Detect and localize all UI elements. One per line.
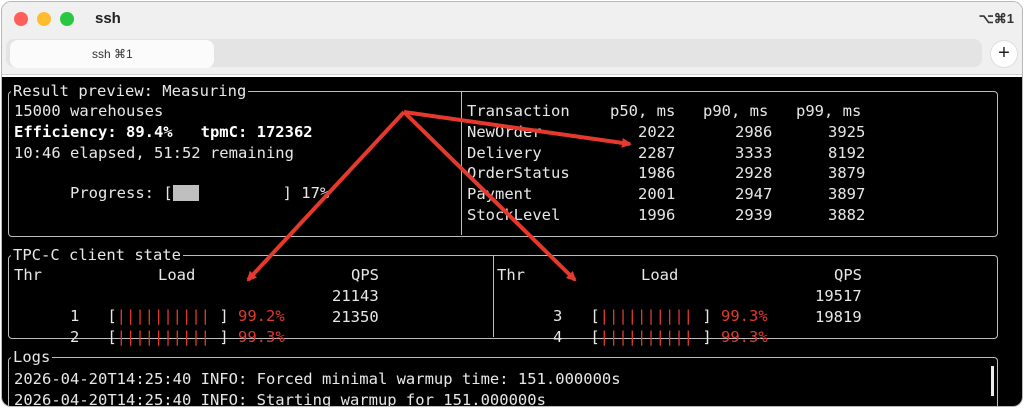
client-divider xyxy=(493,256,494,337)
window-shortcut: ⌥⌘1 xyxy=(978,11,1014,26)
table-row-p99: 8192 xyxy=(828,144,866,162)
load-bar: |||||||||| xyxy=(116,328,210,346)
efficiency-text: Efficiency: 89.4% tpmC: 172362 xyxy=(14,123,313,141)
logs-title: Logs xyxy=(11,348,53,366)
progress-bar-fill xyxy=(172,185,199,201)
load-bar: |||||||||| xyxy=(599,328,693,346)
latency-header-p50: p50, ms xyxy=(610,102,676,120)
load-value: 99.3% xyxy=(238,328,285,346)
window-title: ssh xyxy=(95,10,121,27)
qps-value: 19517 xyxy=(815,287,862,305)
new-tab-button[interactable]: + xyxy=(990,40,1018,68)
tab-bar: ssh ⌘1 + xyxy=(2,38,1022,75)
logs-scrollbar[interactable] xyxy=(991,366,994,396)
table-row-p99: 3879 xyxy=(828,164,866,182)
table-row-p99: 3925 xyxy=(828,123,866,141)
load-value: 99.3% xyxy=(721,328,768,346)
log-line: 2026-04-20T14:25:40 INFO: Starting warmu… xyxy=(14,391,546,406)
tab-ssh[interactable]: ssh ⌘1 xyxy=(10,40,214,68)
table-row-p99: 3897 xyxy=(828,185,866,203)
table-row-p50: 1986 xyxy=(638,164,676,182)
title-bar: ssh ⌥⌘1 xyxy=(2,2,1022,38)
table-row-p50: 2001 xyxy=(638,185,676,203)
table-row-p99: 3882 xyxy=(828,206,866,224)
qps-value: 19819 xyxy=(815,308,862,326)
client-header-thr-left: Thr xyxy=(14,266,42,284)
latency-header-p90: p90, ms xyxy=(703,102,769,120)
progress-value: ] 17% xyxy=(198,184,330,202)
table-row-name: OrderStatus xyxy=(467,164,570,182)
thread-id: 2 xyxy=(70,328,80,346)
close-button[interactable] xyxy=(14,12,28,26)
minimize-button[interactable] xyxy=(37,12,51,26)
qps-value: 21350 xyxy=(332,308,379,326)
thread-id: 4 xyxy=(553,328,563,346)
table-row-name: Payment xyxy=(467,185,533,203)
latency-header-transaction: Transaction xyxy=(467,102,570,120)
client-header-load-right: Load xyxy=(641,266,679,284)
latency-header-p99: p99, ms xyxy=(796,102,862,120)
result-preview-title: Result preview: Measuring xyxy=(11,82,249,100)
client-header-thr-right: Thr xyxy=(497,266,525,284)
warehouses-text: 15000 warehouses xyxy=(14,102,164,120)
table-row-name: StockLevel xyxy=(467,206,561,224)
tab-strip: ssh ⌘1 xyxy=(6,39,982,68)
client-header-load-left: Load xyxy=(158,266,196,284)
client-header-qps-right: QPS xyxy=(834,266,862,284)
client-state-title: TPC-C client state xyxy=(11,246,183,264)
progress-label: Progress: [ xyxy=(70,184,173,202)
table-row-name: NewOrder xyxy=(467,123,542,141)
client-header-qps-left: QPS xyxy=(351,266,379,284)
table-row-p50: 2287 xyxy=(638,144,676,162)
table-row-p90: 2939 xyxy=(735,206,773,224)
zoom-button[interactable] xyxy=(60,12,74,26)
table-row-p90: 2986 xyxy=(735,123,773,141)
log-line: 2026-04-20T14:25:40 INFO: Forced minimal… xyxy=(14,370,621,388)
table-row-p50: 1996 xyxy=(638,206,676,224)
terminal-window: ssh ⌥⌘1 ssh ⌘1 + Result preview: Measuri… xyxy=(1,1,1023,407)
elapsed-text: 10:46 elapsed, 51:52 remaining xyxy=(14,144,294,162)
table-row-name: Delivery xyxy=(467,144,542,162)
table-row-p90: 2947 xyxy=(735,185,773,203)
qps-value: 21143 xyxy=(332,287,379,305)
result-divider xyxy=(461,92,462,235)
terminal-content[interactable]: Result preview: Measuring 15000 warehous… xyxy=(2,77,1022,406)
table-row-p50: 2022 xyxy=(638,123,676,141)
table-row-p90: 3333 xyxy=(735,144,773,162)
table-row-p90: 2928 xyxy=(735,164,773,182)
progress-line: Progress: [ ] 17% xyxy=(14,163,329,223)
